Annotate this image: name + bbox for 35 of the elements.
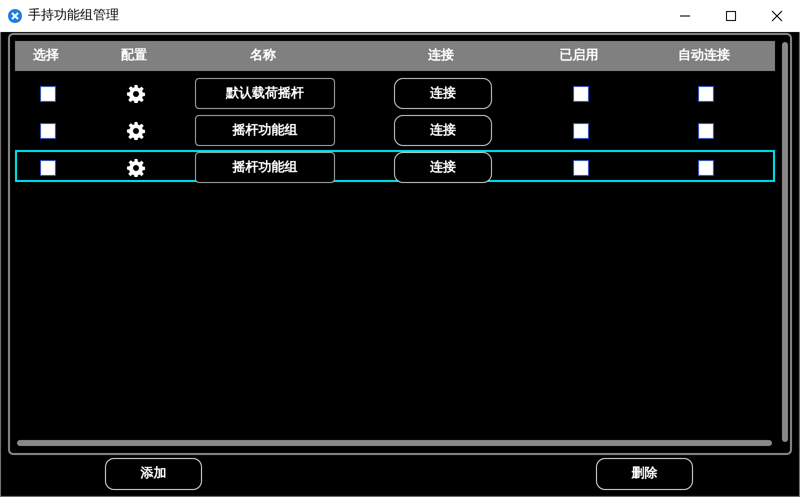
gear-icon[interactable] xyxy=(127,158,145,176)
maximize-icon[interactable] xyxy=(725,10,737,22)
delete-button[interactable]: 删除 xyxy=(596,458,693,490)
checkbox[interactable] xyxy=(573,122,589,138)
table-row[interactable]: 摇杆功能组 连接 xyxy=(15,150,775,182)
table-row[interactable]: 摇杆功能组 连接 xyxy=(15,113,775,145)
name-button[interactable]: 默认载荷摇杆 xyxy=(195,78,335,109)
name-button[interactable]: 摇杆功能组 xyxy=(195,115,335,146)
checkbox[interactable] xyxy=(40,122,56,138)
table-row[interactable]: 默认载荷摇杆 连接 xyxy=(15,76,775,108)
column-header: 连接 xyxy=(427,46,455,66)
gear-icon[interactable] xyxy=(127,84,145,102)
checkbox[interactable] xyxy=(40,86,56,102)
checkbox[interactable] xyxy=(573,160,589,176)
column-header: 配置 xyxy=(120,47,148,66)
name-button[interactable]: 摇杆功能组 xyxy=(195,152,335,183)
add-button[interactable]: 添加 xyxy=(105,458,202,490)
app-icon xyxy=(8,9,22,23)
connect-button[interactable]: 连接 xyxy=(394,152,492,183)
window-title: 手持功能组管理 xyxy=(28,7,119,26)
column-header: 名称 xyxy=(248,47,277,66)
column-header: 自动连接 xyxy=(677,46,731,66)
checkbox[interactable] xyxy=(40,160,56,176)
checkbox[interactable] xyxy=(698,160,714,176)
column-header: 已启用 xyxy=(558,46,600,66)
column-header: 选择 xyxy=(32,47,60,66)
checkbox[interactable] xyxy=(698,86,714,102)
gear-icon[interactable] xyxy=(127,122,145,140)
connect-button[interactable]: 连接 xyxy=(394,78,492,109)
connect-button[interactable]: 连接 xyxy=(394,115,492,146)
vertical-scrollbar[interactable] xyxy=(782,42,788,442)
checkbox[interactable] xyxy=(573,86,589,102)
horizontal-scrollbar[interactable] xyxy=(17,440,772,446)
checkbox[interactable] xyxy=(698,122,714,138)
close-icon[interactable] xyxy=(771,10,783,22)
